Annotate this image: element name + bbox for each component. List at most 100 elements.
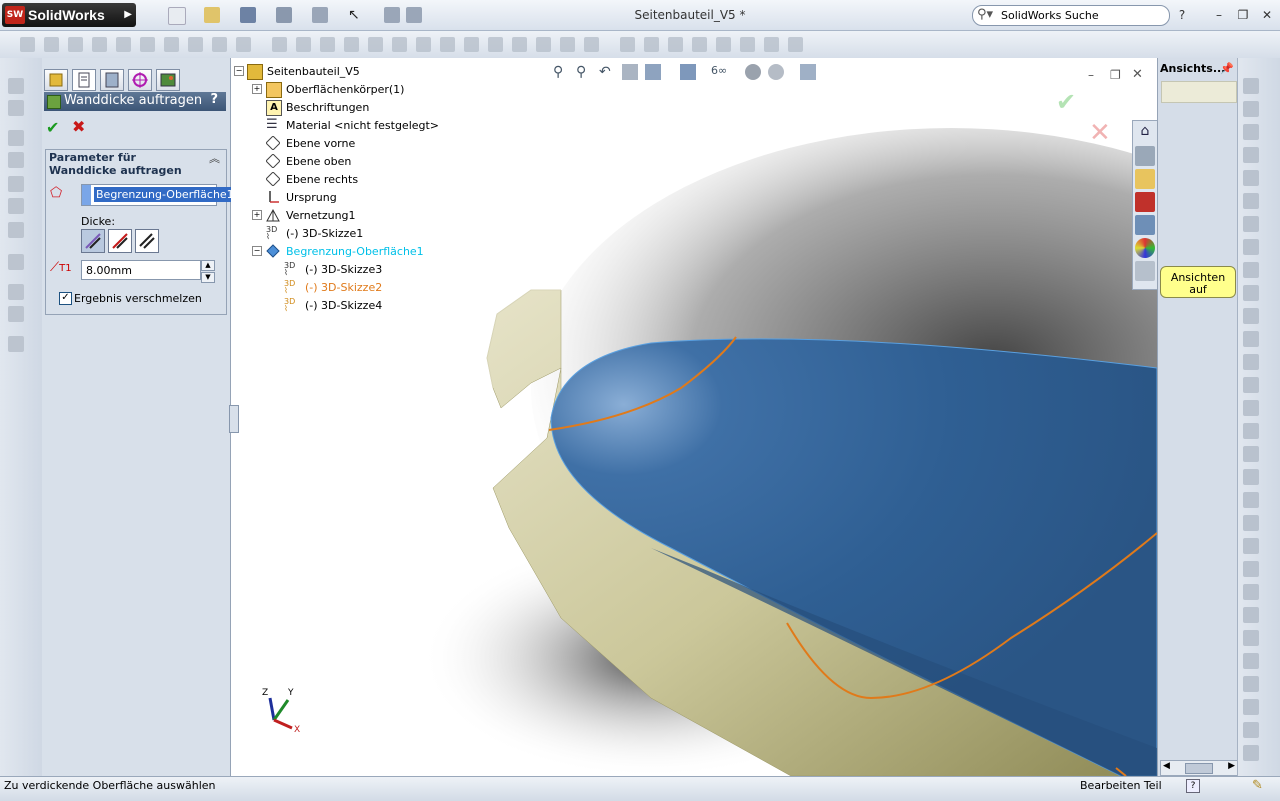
- left-strip-tool-icon[interactable]: [8, 78, 24, 94]
- sketch-tool-icon[interactable]: [1243, 216, 1259, 232]
- appearances-icon[interactable]: [1135, 238, 1155, 258]
- apply-scene-icon[interactable]: [768, 64, 784, 80]
- edit-appearance-icon[interactable]: [745, 64, 761, 80]
- toolbar-tool-icon[interactable]: [620, 37, 635, 52]
- sketch-tool-icon[interactable]: [1243, 354, 1259, 370]
- toolbar-tool-icon[interactable]: [536, 37, 551, 52]
- toolbar-tool-icon[interactable]: [212, 37, 227, 52]
- toolbar-tool-icon[interactable]: [512, 37, 527, 52]
- search-box[interactable]: ⚲▾ SolidWorks Suche: [972, 5, 1170, 26]
- sketch-tool-icon[interactable]: [1243, 308, 1259, 324]
- zoom-to-fit-icon[interactable]: ⚲: [553, 64, 569, 80]
- left-strip-tool-icon[interactable]: [8, 130, 24, 146]
- thickness-input[interactable]: 8.00mm: [81, 260, 201, 280]
- viewport-close-icon[interactable]: ✕: [1132, 67, 1143, 82]
- sketch-tool-icon[interactable]: [1243, 745, 1259, 761]
- thicken-side2-button[interactable]: [108, 229, 132, 253]
- sketch-tool-icon[interactable]: [1243, 331, 1259, 347]
- property-manager-tab[interactable]: [72, 69, 96, 91]
- thickness-spinner[interactable]: ▲ ▼: [201, 260, 215, 283]
- spin-down-icon[interactable]: ▼: [201, 272, 215, 283]
- viewport-restore-icon[interactable]: ❐: [1110, 68, 1121, 82]
- surface-selection-field[interactable]: Begrenzung-Oberfläche1: [81, 184, 236, 206]
- toolbar-tool-icon[interactable]: [692, 37, 707, 52]
- rebuild-status-icon[interactable]: ✎: [1252, 778, 1263, 793]
- previous-view-icon[interactable]: ↶: [599, 64, 615, 80]
- sketch-tool-icon[interactable]: [1243, 147, 1259, 163]
- sketch-tool-icon[interactable]: [1243, 446, 1259, 462]
- left-strip-tool-icon[interactable]: [8, 198, 24, 214]
- view-palette-icon[interactable]: [1135, 215, 1155, 235]
- left-strip-tool-icon[interactable]: [8, 176, 24, 192]
- sketch-tool-icon[interactable]: [1243, 400, 1259, 416]
- close-icon[interactable]: ✕: [1260, 8, 1274, 22]
- left-strip-tool-icon[interactable]: [8, 306, 24, 322]
- toolbar-tool-icon[interactable]: [464, 37, 479, 52]
- rebuild-icon[interactable]: [384, 7, 400, 23]
- toolbar-tool-icon[interactable]: [44, 37, 59, 52]
- toolbar-tool-icon[interactable]: [116, 37, 131, 52]
- view-palette-dropdown[interactable]: [1161, 81, 1237, 103]
- display-style-icon[interactable]: [680, 64, 696, 80]
- sketch-tool-icon[interactable]: [1243, 193, 1259, 209]
- view-orientation-icon[interactable]: [645, 64, 661, 80]
- toolbar-tool-icon[interactable]: [716, 37, 731, 52]
- left-strip-tool-icon[interactable]: [8, 152, 24, 168]
- search-results-icon[interactable]: [1135, 192, 1155, 212]
- sketch-tool-icon[interactable]: [1243, 377, 1259, 393]
- left-strip-tool-icon[interactable]: [8, 284, 24, 300]
- toolbar-tool-icon[interactable]: [440, 37, 455, 52]
- pin-icon[interactable]: 📌: [1220, 62, 1234, 75]
- left-strip-tool-icon[interactable]: [8, 336, 24, 352]
- custom-properties-icon[interactable]: [1135, 261, 1155, 281]
- toolbar-tool-icon[interactable]: [488, 37, 503, 52]
- toolbar-tool-icon[interactable]: [392, 37, 407, 52]
- confirmation-cancel-icon[interactable]: ✕: [1089, 118, 1111, 148]
- sketch-tool-icon[interactable]: [1243, 584, 1259, 600]
- scroll-thumb[interactable]: [1185, 763, 1213, 774]
- sketch-tool-icon[interactable]: [1243, 101, 1259, 117]
- status-help-icon[interactable]: ?: [1186, 779, 1200, 793]
- new-document-icon[interactable]: [168, 7, 186, 25]
- help-icon[interactable]: ?: [1175, 8, 1189, 22]
- help-icon[interactable]: ?: [210, 92, 218, 107]
- configuration-manager-tab[interactable]: [100, 69, 124, 91]
- left-strip-tool-icon[interactable]: [8, 254, 24, 270]
- collapse-toggle-icon[interactable]: −: [234, 66, 244, 76]
- open-folder-icon[interactable]: [204, 7, 220, 23]
- view-settings-icon[interactable]: [800, 64, 816, 80]
- spin-up-icon[interactable]: ▲: [201, 260, 215, 271]
- sketch-tool-icon[interactable]: [1243, 607, 1259, 623]
- dimxpert-tab[interactable]: [128, 69, 152, 91]
- toolbar-tool-icon[interactable]: [344, 37, 359, 52]
- sketch-tool-icon[interactable]: [1243, 630, 1259, 646]
- sketch-tool-icon[interactable]: [1243, 515, 1259, 531]
- viewport-minimize-icon[interactable]: –: [1088, 68, 1094, 82]
- sketch-tool-icon[interactable]: [1243, 285, 1259, 301]
- toolbar-tool-icon[interactable]: [236, 37, 251, 52]
- toolbar-tool-icon[interactable]: [788, 37, 803, 52]
- display-manager-tab[interactable]: [156, 69, 180, 91]
- restore-icon[interactable]: ❐: [1236, 8, 1250, 22]
- toolbar-tool-icon[interactable]: [668, 37, 683, 52]
- ok-check-icon[interactable]: ✔: [46, 118, 59, 137]
- left-strip-tool-icon[interactable]: [8, 100, 24, 116]
- toolbar-tool-icon[interactable]: [584, 37, 599, 52]
- select-arrow-icon[interactable]: ↖: [348, 7, 364, 23]
- sketch-tool-icon[interactable]: [1243, 423, 1259, 439]
- toolbar-tool-icon[interactable]: [188, 37, 203, 52]
- graphics-area[interactable]: [231, 58, 1157, 776]
- sketch-tool-icon[interactable]: [1243, 699, 1259, 715]
- sketch-tool-icon[interactable]: [1243, 561, 1259, 577]
- toolbar-tool-icon[interactable]: [368, 37, 383, 52]
- minimize-icon[interactable]: –: [1212, 8, 1226, 22]
- toolbar-tool-icon[interactable]: [296, 37, 311, 52]
- toolbar-tool-icon[interactable]: [416, 37, 431, 52]
- toolbar-tool-icon[interactable]: [764, 37, 779, 52]
- toolbar-tool-icon[interactable]: [644, 37, 659, 52]
- merge-result-checkbox[interactable]: ✓: [59, 292, 72, 305]
- sketch-tool-icon[interactable]: [1243, 653, 1259, 669]
- toolbar-tool-icon[interactable]: [140, 37, 155, 52]
- hide-show-items-icon[interactable]: 6∞: [711, 64, 727, 80]
- design-library-icon[interactable]: [1135, 146, 1155, 166]
